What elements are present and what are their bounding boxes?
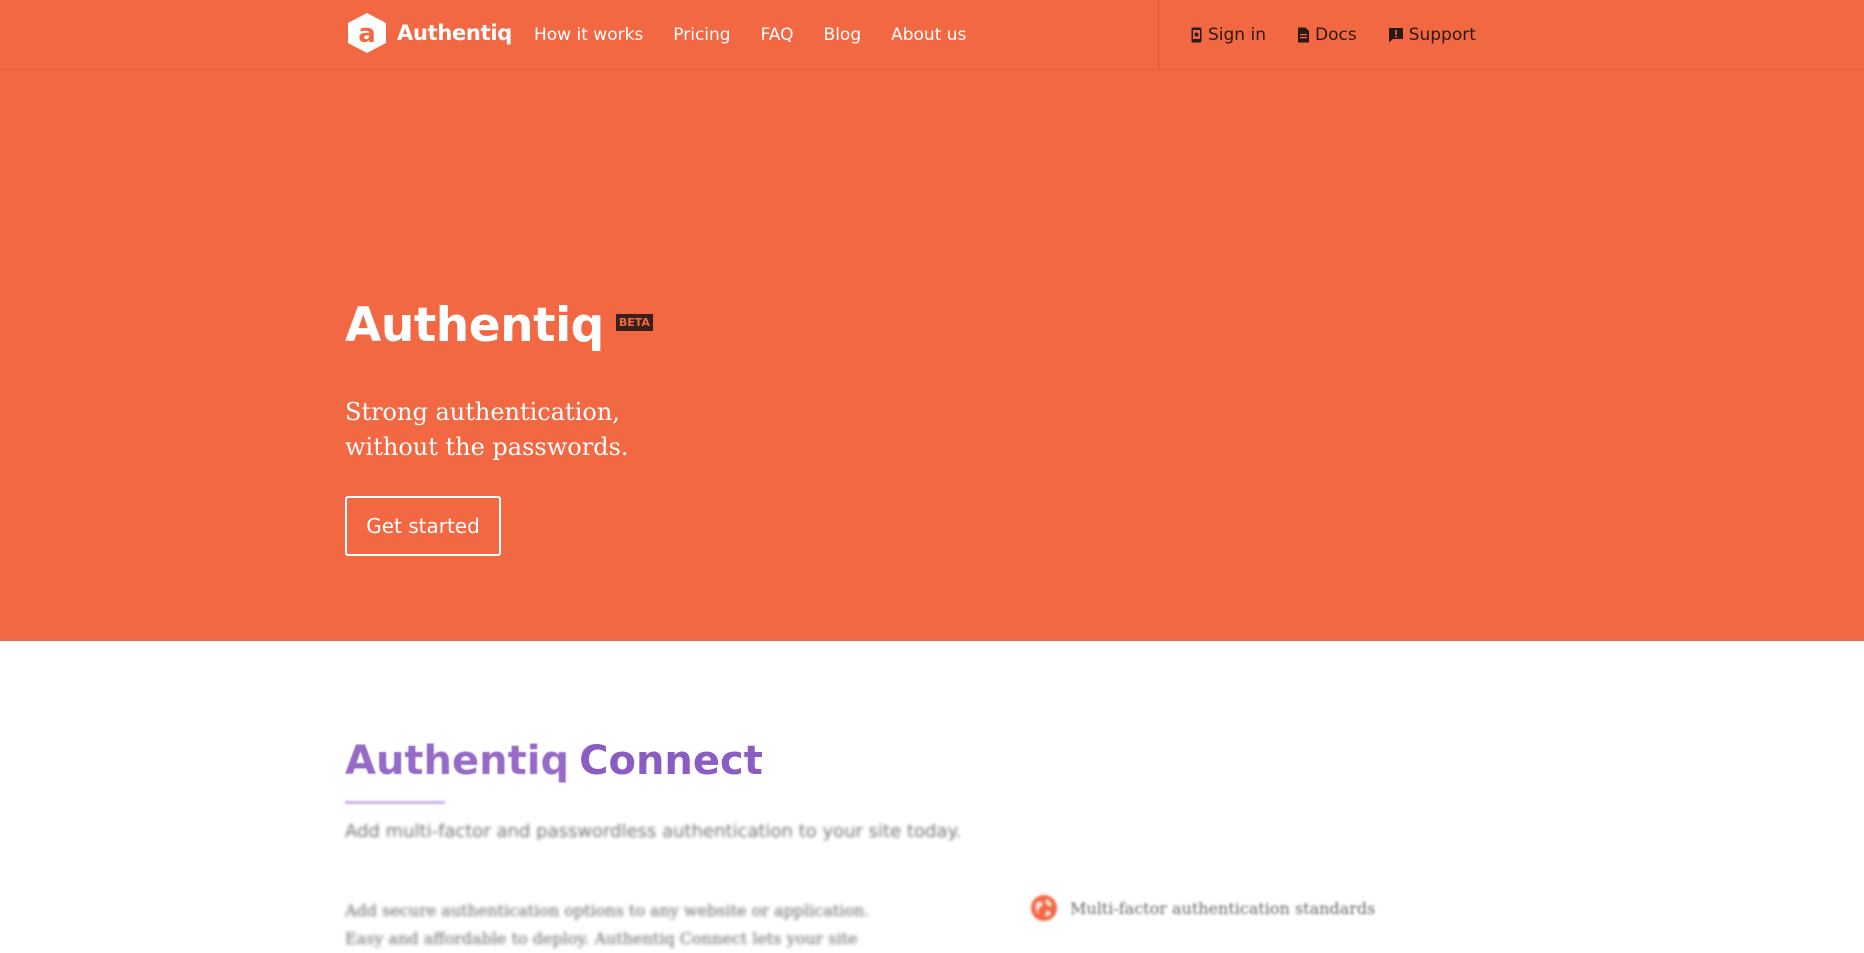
nav-link-pricing[interactable]: Pricing bbox=[673, 25, 730, 45]
hero-subtitle: Strong authentication, without the passw… bbox=[345, 395, 765, 465]
hero-section: Authentiq BETA Strong authentication, wi… bbox=[0, 70, 1864, 641]
beta-badge: BETA bbox=[615, 314, 653, 331]
connect-section: Authentiq Connect Add multi-factor and p… bbox=[0, 641, 1864, 948]
connect-description-line-1: Add secure authentication options to any… bbox=[345, 901, 870, 920]
nav-divider bbox=[1158, 0, 1159, 70]
sign-in-link[interactable]: Sign in bbox=[1190, 25, 1266, 45]
connect-title-product: Connect bbox=[579, 738, 763, 784]
nav-link-about-us[interactable]: About us bbox=[891, 25, 966, 45]
hero-subtitle-line-2: without the passwords. bbox=[345, 433, 629, 461]
nav-link-blog[interactable]: Blog bbox=[824, 25, 862, 45]
nav-link-faq[interactable]: FAQ bbox=[761, 25, 794, 45]
connect-title-brand: Authentiq bbox=[345, 738, 570, 784]
hero-subtitle-line-1: Strong authentication, bbox=[345, 398, 620, 426]
support-link[interactable]: Support bbox=[1388, 25, 1476, 45]
brand-logo[interactable]: a Authentiq bbox=[345, 12, 512, 54]
phone-icon bbox=[1191, 27, 1202, 43]
connect-title: Authentiq Connect bbox=[345, 741, 763, 781]
brand-name: Authentiq bbox=[397, 21, 512, 45]
connect-description-line-2: Easy and affordable to deploy. Authentiq… bbox=[345, 929, 858, 948]
support-chat-icon bbox=[1388, 28, 1403, 43]
hero-title: Authentiq bbox=[345, 298, 604, 353]
logo-letter: a bbox=[358, 19, 376, 49]
hero-title-row: Authentiq BETA bbox=[345, 302, 653, 349]
feature-item: Multi-factor authentication standards bbox=[1030, 894, 1375, 922]
feature-label: Multi-factor authentication standards bbox=[1070, 898, 1376, 918]
connect-description: Add secure authentication options to any… bbox=[345, 897, 905, 953]
primary-nav: How it works Pricing FAQ Blog About us bbox=[534, 0, 996, 70]
docs-label: Docs bbox=[1314, 25, 1357, 45]
sign-in-label: Sign in bbox=[1208, 25, 1266, 45]
title-underline bbox=[345, 801, 445, 804]
nav-link-how-it-works[interactable]: How it works bbox=[534, 25, 643, 45]
connect-lead: Add multi-factor and passwordless authen… bbox=[345, 821, 962, 842]
secondary-nav: Sign in Docs Support bbox=[1190, 0, 1507, 70]
document-icon bbox=[1297, 27, 1309, 43]
globe-icon bbox=[1031, 895, 1057, 921]
support-label: Support bbox=[1408, 25, 1476, 45]
get-started-button[interactable]: Get started bbox=[345, 496, 501, 556]
top-navigation: a Authentiq How it works Pricing FAQ Blo… bbox=[0, 0, 1864, 70]
docs-link[interactable]: Docs bbox=[1297, 25, 1357, 45]
logo-hexagon-icon: a bbox=[345, 12, 389, 54]
